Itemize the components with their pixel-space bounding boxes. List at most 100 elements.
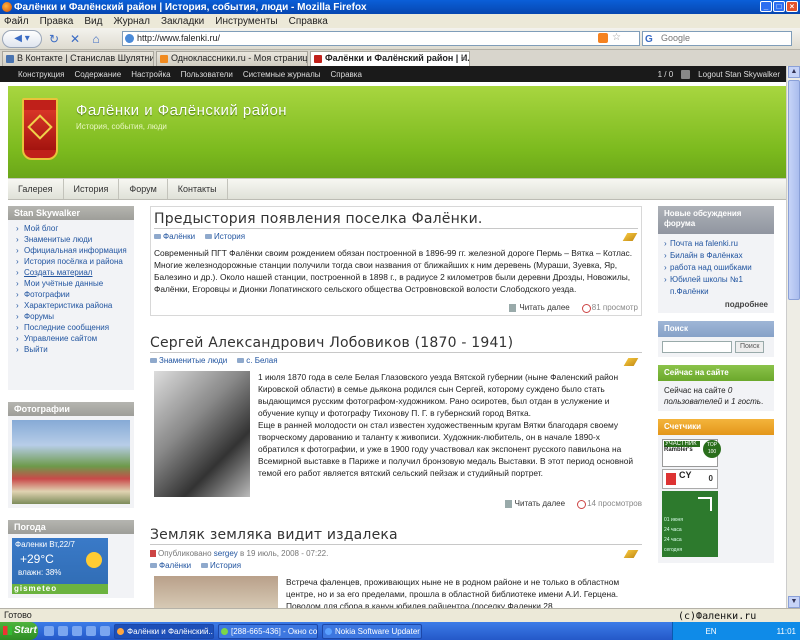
scroll-thumb[interactable] xyxy=(788,80,800,300)
menu-bookmarks[interactable]: Закладки xyxy=(161,16,204,27)
article-photo[interactable] xyxy=(154,576,278,608)
nav-gallery[interactable]: Галерея xyxy=(8,179,64,199)
term-link[interactable]: История xyxy=(205,232,245,241)
task-firefox[interactable]: Фалёнки и Фалёнский... xyxy=(114,623,214,639)
rambler-top100-counter[interactable]: УЧАСТНИК Rambler's TOP 100 xyxy=(662,439,721,467)
weather-block: Погода Фаленки Вт,22/7 +29°C влажн: 38% … xyxy=(8,520,134,598)
maximize-button[interactable]: □ xyxy=(773,1,785,12)
menu-view[interactable]: Вид xyxy=(84,16,102,27)
counters-block: Счетчики УЧАСТНИК Rambler's TOP 100 CY 0… xyxy=(658,419,774,563)
tab-close-icon[interactable]: × xyxy=(299,52,304,65)
menu-tools[interactable]: Инструменты xyxy=(215,16,277,27)
term-link[interactable]: История xyxy=(201,561,241,570)
scroll-up-icon[interactable]: ▲ xyxy=(788,66,800,78)
photo-thumbnail[interactable] xyxy=(8,416,134,508)
scroll-down-icon[interactable]: ▼ xyxy=(788,596,800,608)
language-indicator[interactable]: EN xyxy=(705,627,716,636)
admin-link-content[interactable]: Содержание xyxy=(74,70,121,79)
discussion-link[interactable]: работа над ошибками xyxy=(664,262,768,274)
stop-button[interactable]: ✕ xyxy=(66,30,84,48)
admin-link-users[interactable]: Пользователи xyxy=(181,70,233,79)
stop-icon: ✕ xyxy=(69,31,81,46)
site-search-input[interactable] xyxy=(662,341,732,353)
discussion-link[interactable]: Юбилей школы №1 п.Фалёнки xyxy=(664,274,768,298)
search-box[interactable]: G Google xyxy=(642,31,792,46)
menu-history[interactable]: Журнал xyxy=(113,16,150,27)
term-link[interactable]: Фалёнки xyxy=(154,232,195,241)
minimize-button[interactable]: _ xyxy=(760,1,772,12)
home-button[interactable]: ⌂ xyxy=(87,30,105,48)
term-link[interactable]: Знаменитые люди xyxy=(150,356,227,365)
menu-item-admin[interactable]: Управление сайтом xyxy=(16,333,132,344)
discussion-link[interactable]: Почта на falenki.ru xyxy=(664,238,768,250)
read-more-link[interactable]: Читать далее xyxy=(504,499,565,508)
site-title[interactable]: Фалёнки и Фалёнский район xyxy=(76,102,287,119)
menu-help[interactable]: Справка xyxy=(289,16,328,27)
quicklaunch-desktop-icon[interactable] xyxy=(72,626,82,636)
window-title: Фалёнки и Фалёнский район | История, соб… xyxy=(14,1,367,13)
nav-contacts[interactable]: Контакты xyxy=(168,179,228,199)
photo-image[interactable] xyxy=(12,420,130,504)
cy-value: 0 xyxy=(708,474,713,483)
site-search-button[interactable]: Поиск xyxy=(735,341,765,353)
article-title-text[interactable]: Сергей Александрович Лобовиков (1870 - 1… xyxy=(150,335,513,351)
term-link[interactable]: с. Белая xyxy=(237,356,278,365)
article-title[interactable]: Сергей Александрович Лобовиков (1870 - 1… xyxy=(150,334,642,353)
menu-file[interactable]: Файл xyxy=(4,16,29,27)
rss-icon[interactable] xyxy=(598,33,608,43)
read-more-link[interactable]: Читать далее xyxy=(509,303,570,312)
vertical-scrollbar[interactable]: ▲ ▼ xyxy=(786,66,800,608)
nav-history[interactable]: История xyxy=(64,179,120,199)
menu-item-region[interactable]: Характеристика района xyxy=(16,300,132,311)
user-icon xyxy=(681,69,691,79)
quicklaunch-media-icon[interactable] xyxy=(86,626,96,636)
more-link[interactable]: подробнее xyxy=(664,300,768,309)
menu-item-official[interactable]: Официальная информация xyxy=(16,245,132,256)
menu-item-recent[interactable]: Последние сообщения xyxy=(16,322,132,333)
portrait-photo[interactable] xyxy=(154,371,250,497)
quicklaunch-firefox-icon[interactable] xyxy=(58,626,68,636)
bookmark-star-icon[interactable]: ☆ xyxy=(612,32,621,43)
yandex-cy-counter[interactable]: CY 0 xyxy=(662,469,718,489)
menu-item-history[interactable]: История посёлка и района xyxy=(16,256,132,267)
nav-forum[interactable]: Форум xyxy=(119,179,168,199)
quicklaunch-folder-icon[interactable] xyxy=(100,626,110,636)
discussion-link[interactable]: Билайн в Фалёнках xyxy=(664,250,768,262)
menu-item-account[interactable]: Мои учётные данные xyxy=(16,278,132,289)
ok-favicon-icon xyxy=(160,55,168,63)
weather-informer[interactable]: Фаленки Вт,22/7 +29°C влажн: 38% gismete… xyxy=(12,538,108,594)
menu-item-photos[interactable]: Фотографии xyxy=(16,289,132,300)
menu-edit[interactable]: Правка xyxy=(40,16,74,27)
admin-link-structure[interactable]: Конструкция xyxy=(18,70,64,79)
tab-odnoklassniki[interactable]: Одноклассники.ru - Моя страница × xyxy=(156,51,308,66)
liveinternet-counter[interactable]: 01 июня 24 часа 24 часа сегодня xyxy=(662,491,718,557)
article-title[interactable]: Предыстория появления поселка Фалёнки. xyxy=(154,210,638,229)
start-button[interactable]: Start xyxy=(0,622,38,640)
menu-item-blog[interactable]: Мой блог xyxy=(16,223,132,234)
tab-close-icon[interactable]: × xyxy=(145,52,150,65)
task-icq[interactable]: [288-665-436] - Окно со... xyxy=(218,623,318,639)
admin-link-settings[interactable]: Настройка xyxy=(131,70,170,79)
coat-of-arms-logo[interactable] xyxy=(22,98,58,160)
logout-link[interactable]: Logout Stan Skywalker xyxy=(698,70,780,79)
tab-close-icon[interactable]: × xyxy=(461,52,466,65)
admin-link-help[interactable]: Справка xyxy=(331,70,362,79)
article-title-text[interactable]: Земляк земляка видит издалека xyxy=(150,527,398,543)
article-title[interactable]: Земляк земляка видит издалека xyxy=(150,526,642,545)
url-bar[interactable]: http://www.falenki.ru/ xyxy=(122,31,640,46)
reload-button[interactable]: ↻ xyxy=(45,30,63,48)
menu-item-famous[interactable]: Знаменитые люди xyxy=(16,234,132,245)
tab-falenki[interactable]: Фалёнки и Фалёнский район | И... × xyxy=(310,51,470,66)
article-title-text[interactable]: Предыстория появления поселка Фалёнки. xyxy=(154,211,483,227)
menu-item-forums[interactable]: Форумы xyxy=(16,311,132,322)
admin-link-logs[interactable]: Системные журналы xyxy=(243,70,321,79)
term-link[interactable]: Фалёнки xyxy=(150,561,191,570)
close-button[interactable]: × xyxy=(786,1,798,12)
task-nokia[interactable]: Nokia Software Updater xyxy=(322,623,422,639)
author-link[interactable]: sergey xyxy=(214,549,238,558)
menu-item-logout[interactable]: Выйти xyxy=(16,344,132,355)
quicklaunch-ie-icon[interactable] xyxy=(44,626,54,636)
tab-vkontakte[interactable]: В Контакте | Станислав Шулятников × xyxy=(2,51,154,66)
back-button[interactable]: ◀ ▾ xyxy=(2,29,42,48)
menu-item-create[interactable]: Создать материал xyxy=(16,267,132,278)
